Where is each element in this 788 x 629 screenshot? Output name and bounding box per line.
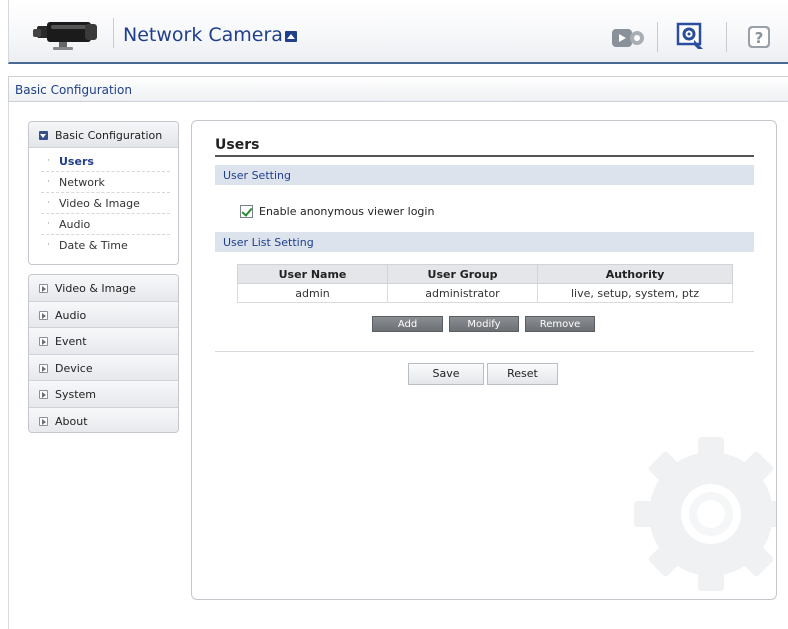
collapse-header-icon[interactable] bbox=[285, 31, 297, 42]
breadcrumb-label: Basic Configuration bbox=[15, 83, 132, 97]
remove-button[interactable]: Remove bbox=[525, 316, 595, 332]
sidebar-item-network[interactable]: · Network bbox=[41, 172, 170, 193]
expand-icon bbox=[39, 337, 48, 346]
bullet-icon: · bbox=[47, 156, 50, 166]
sidebar-category-device[interactable]: Device bbox=[29, 354, 178, 381]
sidebar-item-label: Users bbox=[59, 155, 94, 168]
expand-icon bbox=[39, 310, 48, 320]
title-divider bbox=[215, 155, 754, 157]
header-icon-divider bbox=[726, 22, 727, 52]
user-table: User Name User Group Authority admin adm… bbox=[237, 264, 733, 303]
camera-logo-icon bbox=[33, 22, 97, 50]
section-divider bbox=[215, 351, 754, 352]
sidebar-item-date-time[interactable]: · Date & Time bbox=[41, 235, 170, 256]
column-header-authority: Authority bbox=[537, 264, 733, 284]
header-divider bbox=[113, 18, 114, 48]
bullet-icon: · bbox=[47, 177, 50, 187]
column-header-user-name: User Name bbox=[237, 264, 388, 284]
cell-user-group: administrator bbox=[387, 283, 538, 303]
sidebar-category-event[interactable]: Event bbox=[29, 328, 178, 355]
sidebar-item-audio[interactable]: · Audio bbox=[41, 214, 170, 235]
bullet-icon: · bbox=[47, 219, 50, 229]
sidebar-categories: Video & Image Audio Event Device System … bbox=[28, 274, 179, 433]
add-button[interactable]: Add bbox=[372, 316, 443, 332]
sidebar-category-video-image[interactable]: Video & Image bbox=[29, 275, 178, 302]
sidebar-item-video-image[interactable]: · Video & Image bbox=[41, 193, 170, 214]
svg-text:?: ? bbox=[755, 29, 764, 47]
sidebar-category-label: Audio bbox=[55, 308, 87, 322]
sidebar-category-label: Video & Image bbox=[55, 282, 136, 295]
breadcrumb: Basic Configuration bbox=[8, 76, 788, 102]
setup-icon[interactable] bbox=[676, 22, 706, 52]
page-title: Users bbox=[215, 137, 260, 153]
app-title: Network Camera bbox=[123, 24, 283, 46]
gear-watermark-icon bbox=[634, 437, 776, 591]
table-row[interactable]: admin administrator live, setup, system,… bbox=[237, 283, 733, 303]
sidebar-category-label: System bbox=[55, 388, 97, 401]
sidebar-item-label: Network bbox=[59, 176, 105, 189]
top-header: Network Camera ? bbox=[8, 0, 788, 64]
sidebar-basic-configuration: Basic Configuration · Users · Network · … bbox=[28, 121, 179, 265]
sidebar-category-system[interactable]: System bbox=[29, 381, 178, 408]
sidebar-item-users[interactable]: · Users bbox=[41, 151, 170, 172]
sidebar-category-label: About bbox=[55, 414, 88, 428]
bullet-icon: · bbox=[47, 198, 50, 208]
table-header-row: User Name User Group Authority bbox=[237, 264, 733, 284]
expand-icon bbox=[39, 390, 48, 399]
live-view-icon[interactable] bbox=[611, 25, 645, 51]
sidebar-section-header[interactable]: Basic Configuration bbox=[29, 122, 178, 148]
sidebar-item-label: Audio bbox=[59, 218, 91, 231]
section-label: User List Setting bbox=[223, 236, 314, 249]
sidebar-category-audio[interactable]: Audio bbox=[29, 301, 178, 328]
bullet-icon: · bbox=[47, 240, 50, 250]
expand-icon bbox=[39, 284, 48, 293]
column-header-user-group: User Group bbox=[387, 264, 538, 284]
section-label: User Setting bbox=[223, 169, 291, 182]
sidebar-item-label: Video & Image bbox=[59, 197, 140, 210]
collapse-icon bbox=[39, 131, 48, 140]
expand-icon bbox=[39, 416, 48, 426]
sidebar-category-about[interactable]: About bbox=[29, 407, 178, 432]
cell-authority: live, setup, system, ptz bbox=[537, 283, 733, 303]
help-icon[interactable]: ? bbox=[747, 25, 771, 49]
cell-user-name: admin bbox=[237, 283, 388, 303]
expand-icon bbox=[39, 363, 48, 373]
header-icon-divider bbox=[657, 22, 658, 52]
modify-button[interactable]: Modify bbox=[449, 316, 519, 332]
sidebar-category-label: Device bbox=[55, 361, 93, 375]
user-list-header: User List Setting bbox=[215, 232, 754, 252]
sidebar-item-label: Date & Time bbox=[59, 239, 128, 252]
save-button[interactable]: Save bbox=[408, 363, 484, 385]
main-panel: Users User Setting Enable anonymous view… bbox=[191, 120, 777, 600]
user-setting-header: User Setting bbox=[215, 165, 754, 185]
sidebar-category-label: Event bbox=[55, 335, 87, 348]
anonymous-login-checkbox[interactable] bbox=[240, 205, 253, 218]
sidebar-section-label: Basic Configuration bbox=[55, 129, 163, 142]
reset-button[interactable]: Reset bbox=[487, 363, 558, 385]
anonymous-login-label[interactable]: Enable anonymous viewer login bbox=[259, 205, 434, 218]
